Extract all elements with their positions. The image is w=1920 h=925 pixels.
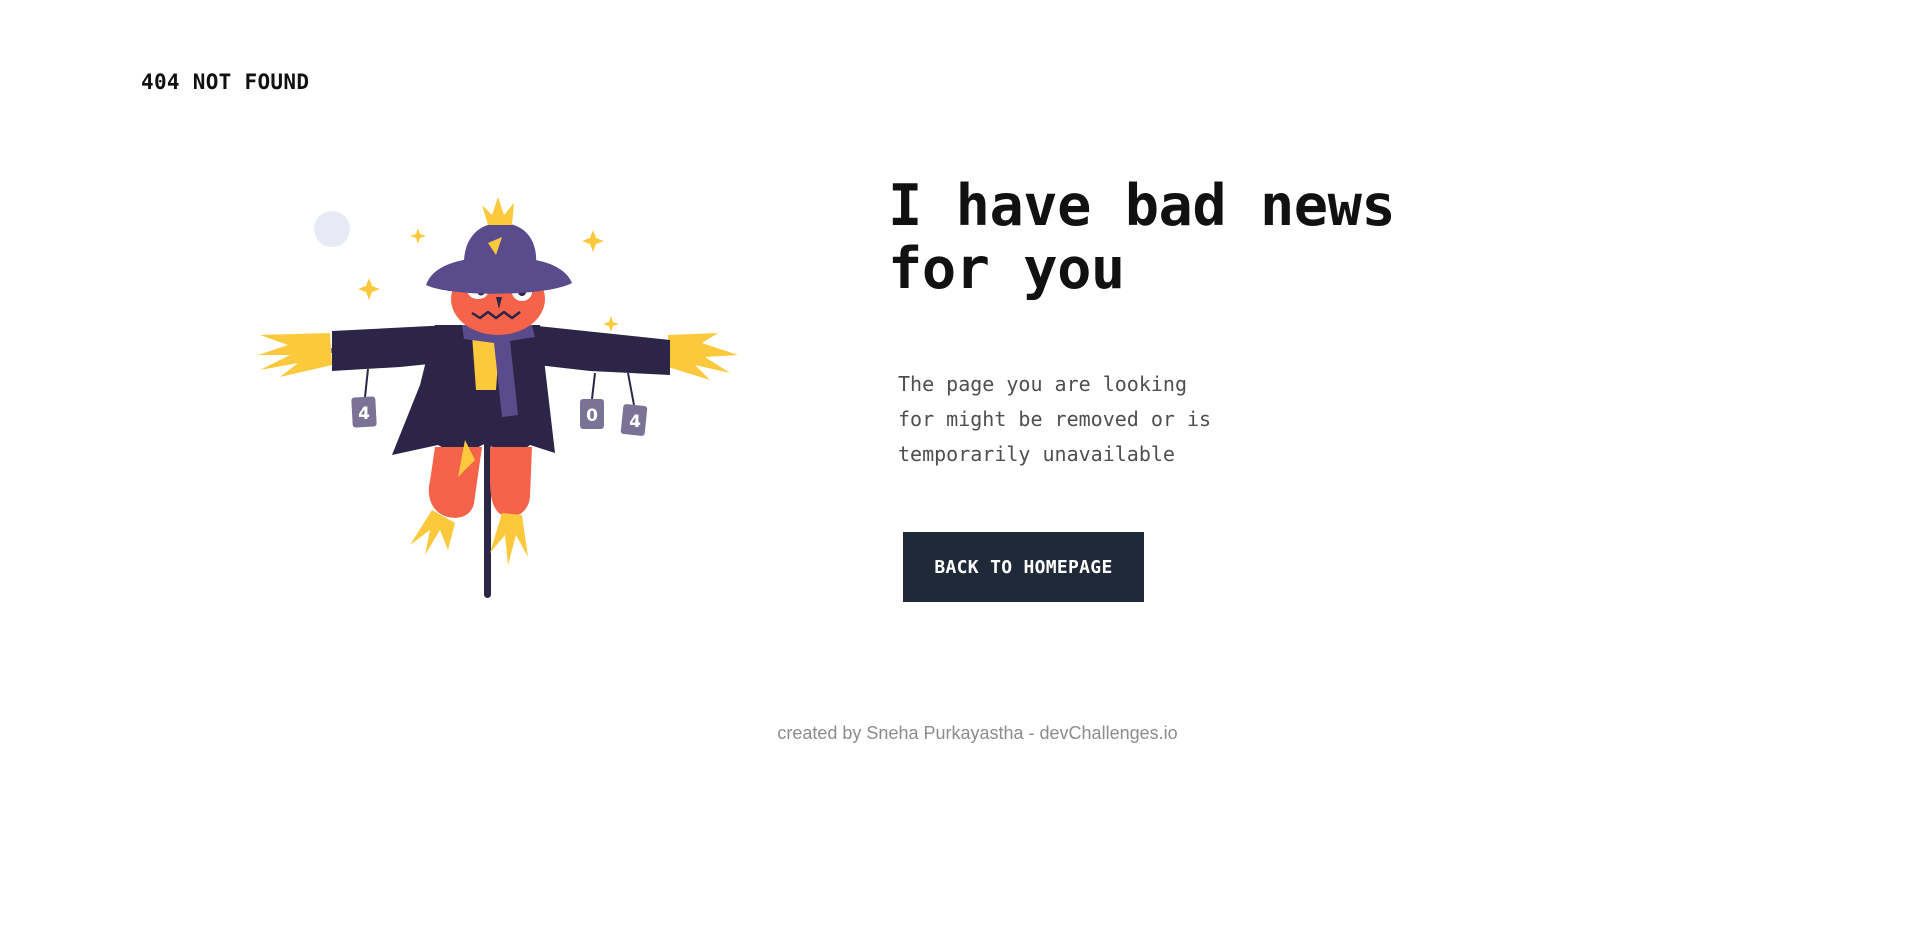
- sparkle-shape: [358, 278, 380, 300]
- moon-shape: [314, 211, 350, 247]
- pole-shape: [484, 435, 491, 598]
- sparkle-shape: [582, 230, 604, 252]
- sparkle-shape: [603, 316, 619, 332]
- site-logo-text: 404 NOT FOUND: [141, 70, 310, 94]
- leg-right: [490, 447, 532, 517]
- leg-left: [428, 447, 482, 518]
- back-to-homepage-button[interactable]: BACK TO HOMEPAGE: [903, 532, 1144, 602]
- hat-crown: [464, 223, 537, 265]
- page-title: I have bad news for you: [888, 173, 1396, 302]
- can-label: 4: [629, 412, 641, 432]
- error-message: The page you are looking for might be re…: [898, 372, 1212, 466]
- scarecrow-illustration: 4 0 4: [250, 185, 750, 605]
- straw-right: [668, 333, 738, 380]
- sparkle-shape: [410, 228, 426, 244]
- footer-text: created by Sneha Purkayastha - devChalle…: [777, 723, 1178, 743]
- can-label: 4: [358, 404, 370, 424]
- straw-left: [258, 333, 332, 377]
- footer-credit: created by Sneha Purkayastha - devChalle…: [0, 723, 1920, 744]
- hat-straw: [482, 197, 514, 225]
- foot-straw-right: [490, 513, 528, 565]
- can-label: 0: [586, 406, 598, 426]
